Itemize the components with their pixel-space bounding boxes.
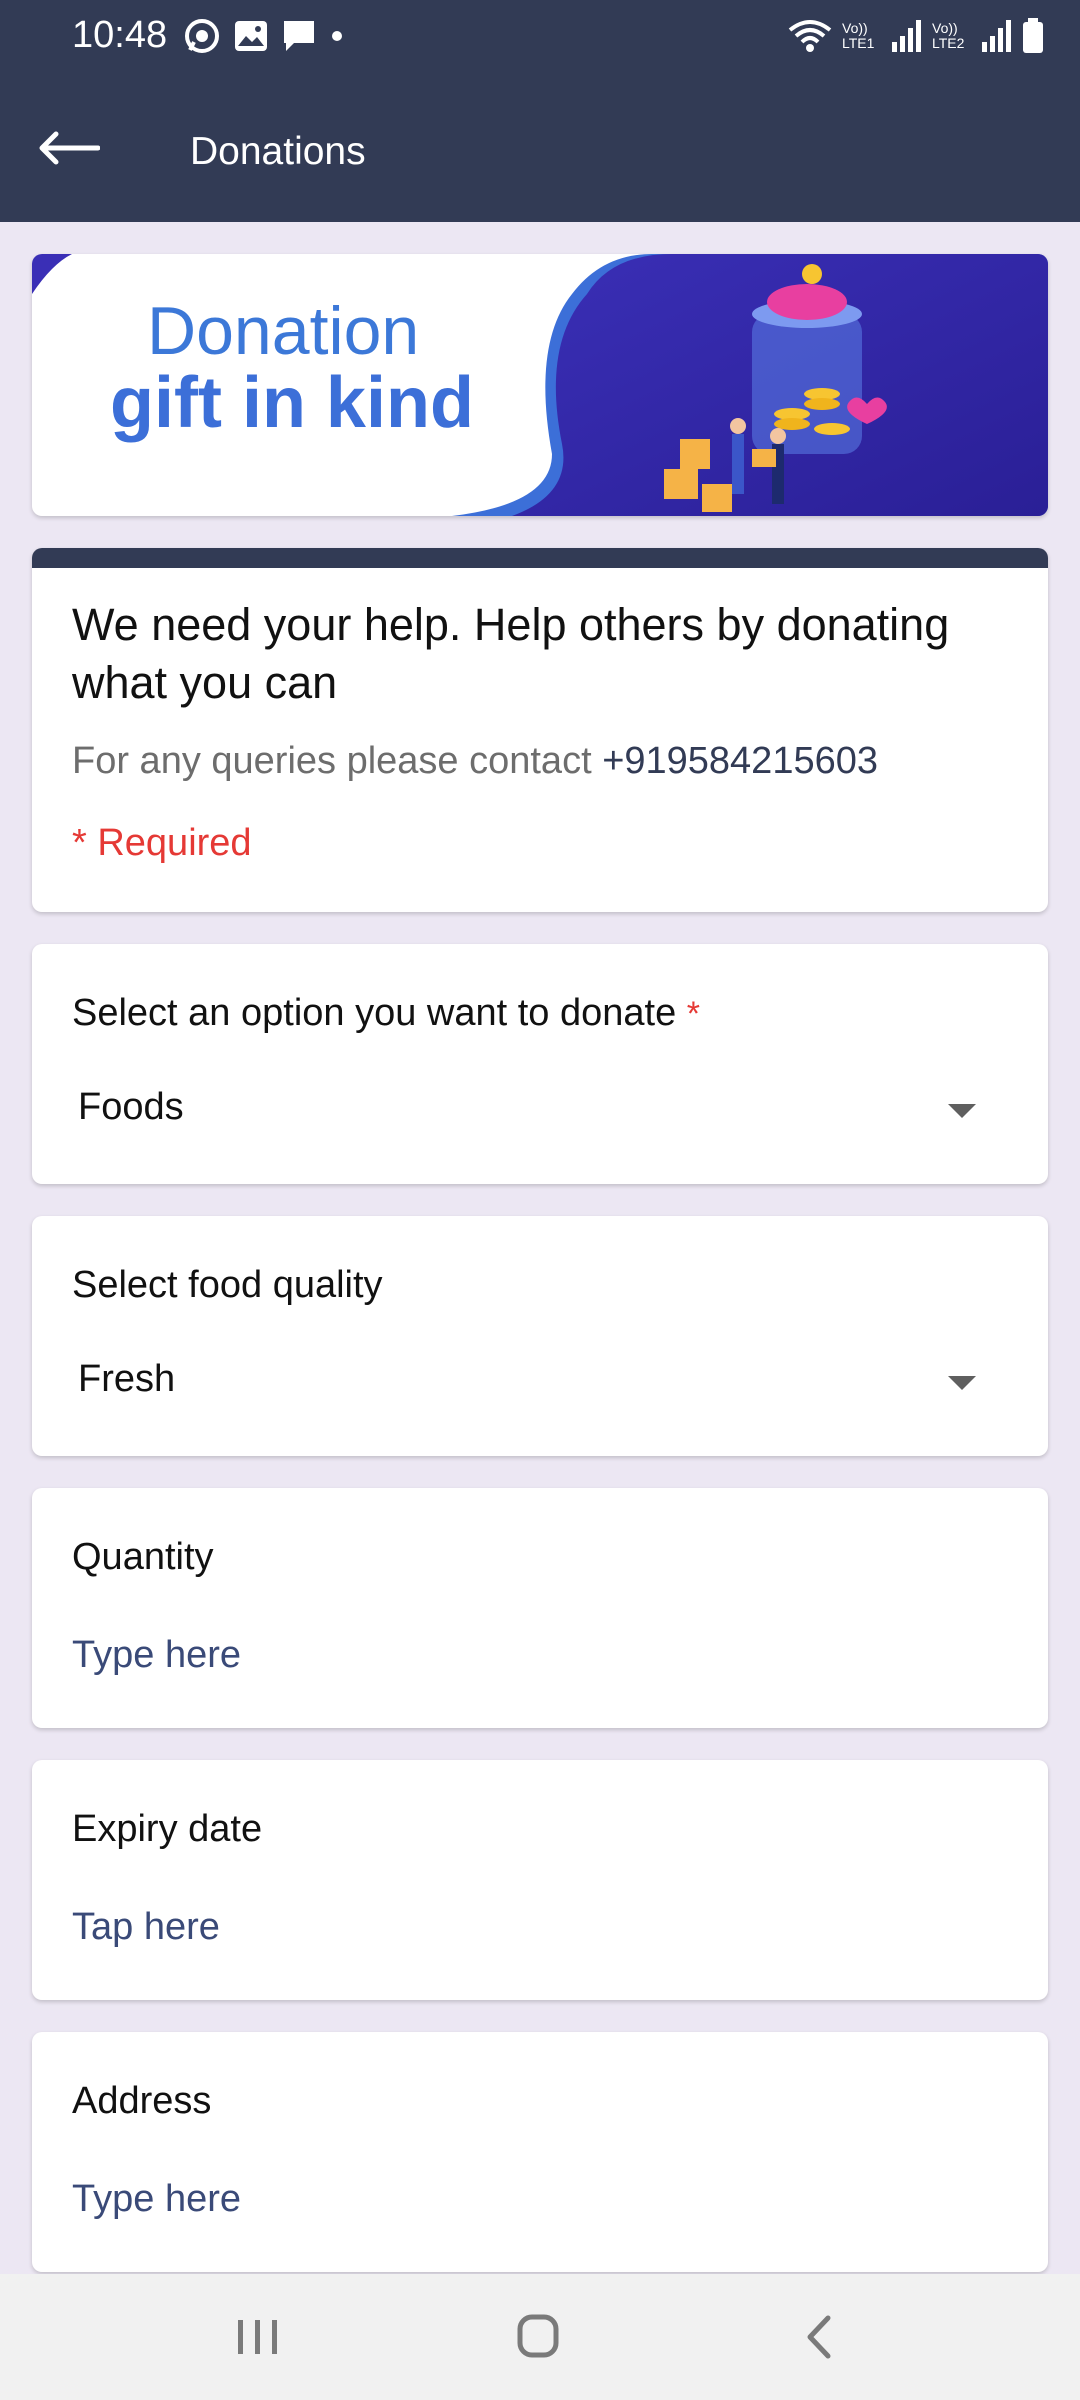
- field-label: Quantity: [72, 1536, 214, 1578]
- lte1-label: Vo)) LTE1: [842, 20, 875, 51]
- wifi-icon: [788, 20, 832, 52]
- field-label: Select food quality: [72, 1264, 383, 1306]
- quantity-field[interactable]: Quantity Type here: [32, 1488, 1048, 1728]
- form-header-card: We need your help. Help others by donati…: [32, 548, 1048, 912]
- recent-apps-icon[interactable]: [228, 2312, 288, 2362]
- banner-title-line2: gift in kind: [110, 363, 474, 443]
- donation-banner: Donation gift in kind: [32, 254, 1048, 516]
- back-button[interactable]: [36, 120, 106, 176]
- page-title: Donations: [190, 130, 366, 173]
- notification-icons: [184, 18, 344, 54]
- food-quality-field[interactable]: Select food quality Fresh: [32, 1216, 1048, 1456]
- status-bar: 10:48 Vo)) LTE1 Vo)) LTE2: [0, 0, 1080, 76]
- signal-icon: [892, 20, 921, 52]
- contact-phone-link[interactable]: +919584215603: [602, 740, 878, 782]
- header-accent-bar: [32, 548, 1048, 568]
- app-bar: Donations: [0, 76, 1080, 222]
- dropdown-caret-icon[interactable]: [948, 1376, 976, 1390]
- contact-line: For any queries please contact +91958421…: [72, 740, 878, 783]
- required-note: * Required: [72, 822, 252, 864]
- home-icon[interactable]: [508, 2312, 568, 2362]
- whatsapp-icon: [185, 19, 219, 53]
- quantity-input[interactable]: Type here: [72, 1634, 241, 1677]
- banner-title-line1: Donation: [147, 293, 420, 369]
- system-nav-bar: [0, 2274, 1080, 2400]
- field-label: Address: [72, 2080, 212, 2122]
- system-status-icons: Vo)) LTE1 Vo)) LTE2: [788, 18, 1044, 54]
- lte2-label: Vo)) LTE2: [932, 20, 965, 51]
- donate-option-select[interactable]: Foods: [78, 1086, 184, 1129]
- battery-icon: [1023, 18, 1043, 53]
- contact-text: For any queries please contact: [72, 740, 592, 782]
- food-quality-select[interactable]: Fresh: [78, 1358, 175, 1401]
- dropdown-caret-icon[interactable]: [948, 1104, 976, 1118]
- address-input[interactable]: Type here: [72, 2178, 241, 2221]
- required-star: *: [686, 995, 701, 1033]
- notification-dot: [332, 31, 342, 41]
- nav-back-icon[interactable]: [790, 2312, 850, 2362]
- form-title: We need your help. Help others by donati…: [72, 599, 950, 708]
- field-label: Select an option you want to donate *: [72, 992, 700, 1035]
- expiry-date-field[interactable]: Expiry date Tap here: [32, 1760, 1048, 2000]
- signal-icon: [982, 20, 1011, 52]
- gallery-icon: [235, 21, 267, 51]
- donate-option-field[interactable]: Select an option you want to donate * Fo…: [32, 944, 1048, 1184]
- back-arrow-icon: [39, 131, 100, 165]
- field-label: Expiry date: [72, 1808, 263, 1850]
- field-label-text: Select an option you want to donate: [72, 992, 677, 1034]
- form-content[interactable]: Donation gift in kind We need your help.…: [32, 254, 1048, 2272]
- status-time: 10:48: [72, 14, 168, 56]
- message-icon: [284, 21, 314, 51]
- address-field[interactable]: Address Type here: [32, 2032, 1048, 2272]
- expiry-date-picker[interactable]: Tap here: [72, 1906, 220, 1949]
